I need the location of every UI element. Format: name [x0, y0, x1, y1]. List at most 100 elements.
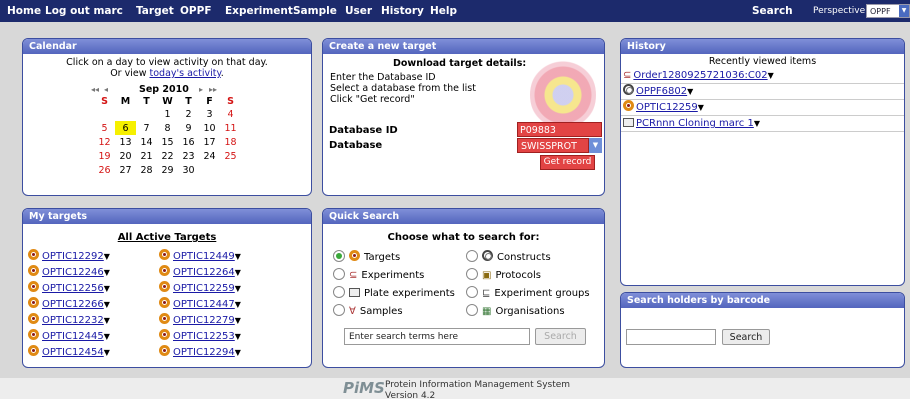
target-list-item[interactable]: OPTIC12256▼ [28, 281, 110, 297]
nav-experiment[interactable]: Experiment [225, 5, 293, 17]
target-link[interactable]: OPTIC12246 [42, 267, 104, 278]
nav-target[interactable]: Target [136, 5, 174, 17]
search-option[interactable]: ⊑ Experiment groups [466, 285, 590, 303]
target-list-item[interactable]: OPTIC12454▼ [28, 345, 110, 361]
caret-down-icon[interactable]: ▼ [754, 119, 760, 128]
nav-help[interactable]: Help [430, 5, 457, 17]
search-option[interactable]: Constructs [466, 249, 590, 267]
calendar-day[interactable]: 14 [136, 135, 157, 149]
target-list-item[interactable]: OPTIC12259▼ [159, 281, 241, 297]
history-item-label[interactable]: Order1280925721036:C02 [633, 70, 767, 81]
search-option[interactable]: ▦ Organisations [466, 303, 590, 321]
calendar-day[interactable]: 10 [199, 121, 220, 135]
target-link[interactable]: OPTIC12454 [42, 347, 104, 358]
search-option[interactable]: ⊆ Experiments [333, 267, 455, 285]
nav-home[interactable]: Home [7, 5, 41, 17]
history-item-label[interactable]: OPTIC12259 [636, 102, 698, 113]
next-year-icon[interactable]: ▸▸ [209, 85, 217, 94]
calendar-day[interactable]: 27 [115, 163, 136, 177]
search-option-radio[interactable] [333, 304, 345, 316]
calendar-day[interactable]: 16 [178, 135, 199, 149]
calendar-day[interactable]: 25 [220, 149, 241, 163]
barcode-search-button[interactable]: Search [722, 329, 770, 345]
calendar-day[interactable]: 22 [157, 149, 178, 163]
calendar-day[interactable]: 28 [136, 163, 157, 177]
target-list-item[interactable]: OPTIC12264▼ [159, 265, 241, 281]
caret-down-icon[interactable]: ▼ [235, 284, 241, 293]
calendar-day[interactable]: 13 [115, 135, 136, 149]
calendar-day[interactable]: 30 [178, 163, 199, 177]
caret-down-icon[interactable]: ▼ [104, 268, 110, 277]
history-item[interactable]: ⊆ Order1280925721036:C02▼ [621, 68, 904, 84]
nav-user[interactable]: User [345, 5, 372, 17]
get-record-button[interactable]: Get record [540, 155, 595, 170]
history-item-label[interactable]: OPPF6802 [636, 86, 687, 97]
search-option-radio[interactable] [466, 286, 478, 298]
caret-down-icon[interactable]: ▼ [235, 332, 241, 341]
target-list-item[interactable]: OPTIC12294▼ [159, 345, 241, 361]
target-link[interactable]: OPTIC12292 [42, 251, 104, 262]
caret-down-icon[interactable]: ▼ [104, 316, 110, 325]
target-link[interactable]: OPTIC12449 [173, 251, 235, 262]
caret-down-icon[interactable]: ▼ [698, 103, 704, 112]
caret-down-icon[interactable]: ▼ [235, 316, 241, 325]
target-list-item[interactable]: OPTIC12292▼ [28, 249, 110, 265]
target-link[interactable]: OPTIC12232 [42, 315, 104, 326]
calendar-day[interactable]: 7 [136, 121, 157, 135]
target-link[interactable]: OPTIC12294 [173, 347, 235, 358]
caret-down-icon[interactable]: ▼ [235, 348, 241, 357]
todays-activity-link[interactable]: today's activity [150, 68, 221, 79]
chevron-down-icon[interactable]: ▼ [589, 138, 602, 153]
calendar-day[interactable]: 17 [199, 135, 220, 149]
calendar-day[interactable]: 18 [220, 135, 241, 149]
calendar-day[interactable]: 4 [220, 107, 241, 121]
caret-down-icon[interactable]: ▼ [768, 71, 774, 80]
calendar-day[interactable]: 9 [178, 121, 199, 135]
calendar-day[interactable]: 2 [178, 107, 199, 121]
barcode-input[interactable] [626, 329, 716, 345]
calendar-day[interactable]: 26 [94, 163, 115, 177]
target-link[interactable]: OPTIC12253 [173, 331, 235, 342]
calendar-day[interactable]: 11 [220, 121, 241, 135]
calendar-day[interactable]: 15 [157, 135, 178, 149]
search-option-radio[interactable] [466, 268, 478, 280]
calendar-day[interactable]: 1 [157, 107, 178, 121]
target-link[interactable]: OPTIC12259 [173, 283, 235, 294]
calendar-day[interactable]: 12 [94, 135, 115, 149]
caret-down-icon[interactable]: ▼ [104, 300, 110, 309]
history-item[interactable]: OPPF6802▼ [621, 84, 904, 100]
caret-down-icon[interactable]: ▼ [687, 87, 693, 96]
search-option-radio[interactable] [466, 304, 478, 316]
search-option[interactable]: Plate experiments [333, 285, 455, 303]
calendar-day[interactable]: 6 [115, 121, 136, 135]
history-item-label[interactable]: PCRnnn Cloning marc 1 [636, 118, 754, 129]
nav-oppf[interactable]: OPPF [180, 5, 212, 17]
nav-history[interactable]: History [381, 5, 424, 17]
search-option-radio[interactable] [333, 250, 345, 262]
calendar-day[interactable]: 24 [199, 149, 220, 163]
nav-logout[interactable]: Log out marc [45, 5, 123, 17]
database-select[interactable]: SWISSPROT [517, 138, 589, 153]
calendar-day[interactable]: 20 [115, 149, 136, 163]
target-link[interactable]: OPTIC12279 [173, 315, 235, 326]
search-option-radio[interactable] [466, 250, 478, 262]
target-list-item[interactable]: OPTIC12253▼ [159, 329, 241, 345]
perspective-select[interactable]: OPPF ▼ [866, 4, 910, 18]
target-list-item[interactable]: OPTIC12279▼ [159, 313, 241, 329]
calendar-day[interactable]: 29 [157, 163, 178, 177]
history-item[interactable]: PCRnnn Cloning marc 1▼ [621, 116, 904, 132]
nav-sample[interactable]: Sample [293, 5, 337, 17]
calendar-day[interactable]: 8 [157, 121, 178, 135]
target-link[interactable]: OPTIC12266 [42, 299, 104, 310]
search-option-radio[interactable] [333, 286, 345, 298]
prev-month-icon[interactable]: ◂ [104, 85, 108, 94]
nav-search[interactable]: Search [752, 5, 793, 17]
caret-down-icon[interactable]: ▼ [235, 252, 241, 261]
prev-year-icon[interactable]: ◂◂ [91, 85, 99, 94]
caret-down-icon[interactable]: ▼ [104, 348, 110, 357]
quick-search-button[interactable]: Search [535, 328, 586, 345]
target-list-item[interactable]: OPTIC12232▼ [28, 313, 110, 329]
caret-down-icon[interactable]: ▼ [104, 332, 110, 341]
target-link[interactable]: OPTIC12264 [173, 267, 235, 278]
search-option-radio[interactable] [333, 268, 345, 280]
